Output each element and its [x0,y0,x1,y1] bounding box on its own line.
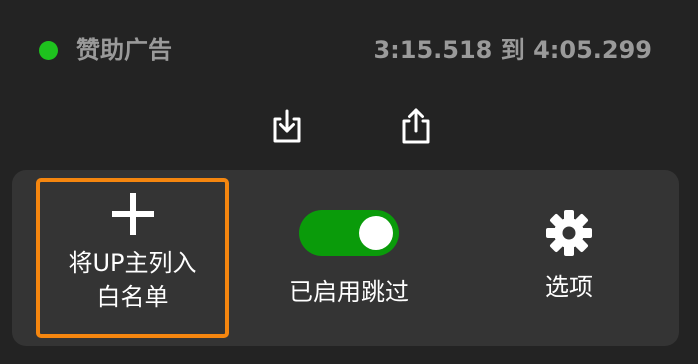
options-label: 选项 [545,273,593,301]
segment-row: 赞助广告 3:15.518 到 4:05.299 [0,22,698,78]
skip-label: 已启用跳过 [289,278,409,306]
import-button[interactable] [265,104,309,148]
gear-icon [546,210,592,256]
segment-time-range: 3:15.518 到 4:05.299 [373,36,652,64]
whitelist-label-line2: 白名单 [96,283,169,311]
action-panel: 将UP主列入 白名单 已启用跳过 选项 [12,170,679,346]
toggle-knob [359,216,393,250]
download-tray-icon [273,109,301,143]
whitelist-uploader-button[interactable]: 将UP主列入 白名单 [36,178,229,338]
whitelist-label-line1: 将UP主列入 [68,249,197,277]
plus-icon [111,193,154,235]
export-button[interactable] [394,104,438,148]
segment-category: 赞助广告 [76,36,172,64]
share-upload-icon [402,108,430,144]
options-button[interactable]: 选项 [509,170,629,346]
status-dot [39,41,58,60]
skip-toggle[interactable] [299,210,399,256]
skip-toggle-group[interactable]: 已启用跳过 [274,170,424,346]
